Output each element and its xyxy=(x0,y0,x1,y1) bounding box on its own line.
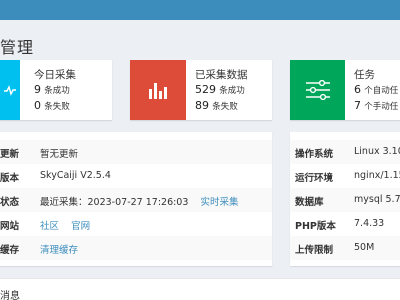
card-title: 任务 xyxy=(354,69,375,81)
row-value: mysql 5.7.4 xyxy=(354,194,400,205)
row-label: 运行环境 xyxy=(295,173,334,184)
row-label: 数据库 xyxy=(295,197,324,208)
row-value: 7.4.33 xyxy=(354,218,385,229)
collected-data-card: 已采集数据 529 条成功 89 条失败 xyxy=(130,60,272,120)
card-title: 今日采集 xyxy=(34,69,76,81)
row-value: 50M xyxy=(354,242,375,253)
info-row-website: 网站 社区 官网 xyxy=(0,212,272,236)
row-label: 更新 xyxy=(0,149,20,160)
activity-icon xyxy=(0,60,20,120)
page-title: 管理 xyxy=(0,38,35,57)
auto-task-count: 6 xyxy=(354,83,361,96)
info-row-update: 更新 暂无更新 xyxy=(0,140,272,164)
last-collect-time: 最近采集：2023-07-27 17:26:03 xyxy=(40,197,189,208)
clear-cache-link[interactable]: 清理缓存 xyxy=(40,245,78,256)
manual-task-unit: 个手动任 xyxy=(364,102,399,112)
auto-task-unit: 个自动任 xyxy=(364,86,399,96)
community-link[interactable]: 社区 xyxy=(40,221,59,232)
fail-count: 89 xyxy=(195,99,209,112)
card-title: 已采集数据 xyxy=(195,69,248,81)
success-unit: 条成功 xyxy=(219,86,245,96)
row-label: 版本 xyxy=(0,173,20,184)
row-label: 上传限制 xyxy=(295,245,334,256)
message-panel-title: 消息 xyxy=(0,291,20,300)
manual-task-count: 7 xyxy=(354,99,361,112)
row-value: nginx/1.15. xyxy=(354,170,400,181)
message-panel: 消息 xyxy=(0,278,400,300)
info-row-status: 状态 最近采集：2023-07-27 17:26:03 实时采集 xyxy=(0,188,272,212)
top-navbar xyxy=(0,0,400,20)
bar-chart-icon xyxy=(130,60,186,120)
info-row-database: 数据库 mysql 5.7.4 xyxy=(290,188,400,212)
system-info-panel: 更新 暂无更新 版本 SkyCaiji V2.5.4 状态 最近采集：2023-… xyxy=(0,132,272,266)
success-count: 9 xyxy=(34,83,41,96)
fail-count: 0 xyxy=(34,99,41,112)
fail-unit: 条失败 xyxy=(44,102,70,112)
row-label: 状态 xyxy=(0,197,20,208)
server-info-panel: 操作系统 Linux 3.10.( 运行环境 nginx/1.15. 数据库 m… xyxy=(290,132,400,266)
info-row-php: PHP版本 7.4.33 xyxy=(290,212,400,236)
info-row-runtime: 运行环境 nginx/1.15. xyxy=(290,164,400,188)
fail-unit: 条失败 xyxy=(212,102,238,112)
realtime-collect-link[interactable]: 实时采集 xyxy=(200,197,238,208)
success-unit: 条成功 xyxy=(44,86,70,96)
sliders-icon xyxy=(290,60,345,120)
info-row-version: 版本 SkyCaiji V2.5.4 xyxy=(0,164,272,188)
official-site-link[interactable]: 官网 xyxy=(71,221,90,232)
tasks-card: 任务 6 个自动任 7 个手动任 xyxy=(290,60,400,120)
row-value: SkyCaiji V2.5.4 xyxy=(40,170,111,181)
row-value: 暂无更新 xyxy=(40,149,79,160)
row-label: 操作系统 xyxy=(295,149,334,160)
row-label: PHP版本 xyxy=(295,221,336,232)
success-count: 529 xyxy=(195,83,216,96)
today-collect-card: 今日采集 9 条成功 0 条失败 xyxy=(0,60,112,120)
info-row-os: 操作系统 Linux 3.10.( xyxy=(290,140,400,164)
row-label: 缓存 xyxy=(0,245,20,256)
info-row-cache: 缓存 清理缓存 xyxy=(0,236,272,260)
row-value: Linux 3.10.( xyxy=(354,146,400,157)
row-label: 网站 xyxy=(0,221,20,232)
info-row-upload-limit: 上传限制 50M xyxy=(290,236,400,260)
